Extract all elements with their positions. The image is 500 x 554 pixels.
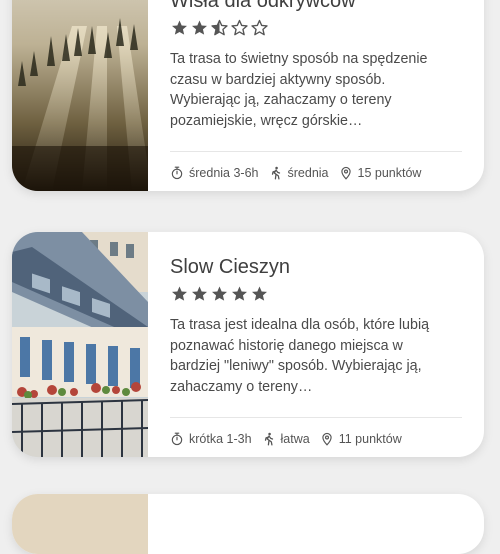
route-thumbnail [12,0,148,191]
route-thumbnail [12,232,148,457]
difficulty-label: średnia [287,166,329,180]
route-thumbnail [12,494,148,554]
star-icon [252,286,267,301]
route-meta: krótka 1-3h łatwa 11 punktów [170,430,412,448]
route-card[interactable]: Slow Cieszyn Ta trasa jest idealna dla o… [12,232,484,457]
star-icon [212,286,227,301]
hiker-icon [271,166,280,180]
points-label: 11 punktów [338,432,402,446]
hiker-icon [264,432,273,446]
route-description: Ta trasa jest idealna dla osób, które lu… [170,317,430,395]
route-card[interactable]: Wisła dla odkrywców Ta trasa to świetny … [12,0,484,191]
divider [170,151,462,152]
star-outline-icon [251,19,268,36]
star-icon [172,286,187,301]
route-description: Ta trasa to świetny sposób na spędzenie … [170,51,428,129]
star-icon [192,286,207,301]
difficulty-label: łatwa [280,432,310,446]
route-meta: średnia 3-6h średnia 15 punktów [170,164,431,182]
rating-stars [170,285,269,303]
star-icon [172,20,187,35]
difficulty-info: łatwa [262,432,310,446]
points-info: 11 punktów [320,432,402,446]
route-title[interactable]: Wisła dla odkrywców [170,0,356,13]
stopwatch-icon [171,166,183,180]
star-icon [192,20,207,35]
duration-info: krótka 1-3h [170,432,252,446]
star-icon [232,286,247,301]
divider [170,417,462,418]
duration-label: krótka 1-3h [189,432,252,446]
points-info: 15 punktów [339,166,422,180]
map-pin-icon [340,166,351,180]
route-title[interactable]: Slow Cieszyn [170,256,290,279]
stopwatch-icon [171,432,183,446]
star-outline-icon [231,19,248,36]
duration-info: średnia 3-6h [170,166,259,180]
duration-label: średnia 3-6h [189,166,259,180]
points-label: 15 punktów [357,166,422,180]
difficulty-info: średnia [269,166,329,180]
rating-stars [170,19,269,37]
map-pin-icon [322,432,332,446]
star-half-icon [211,19,228,36]
route-card[interactable] [12,494,484,554]
